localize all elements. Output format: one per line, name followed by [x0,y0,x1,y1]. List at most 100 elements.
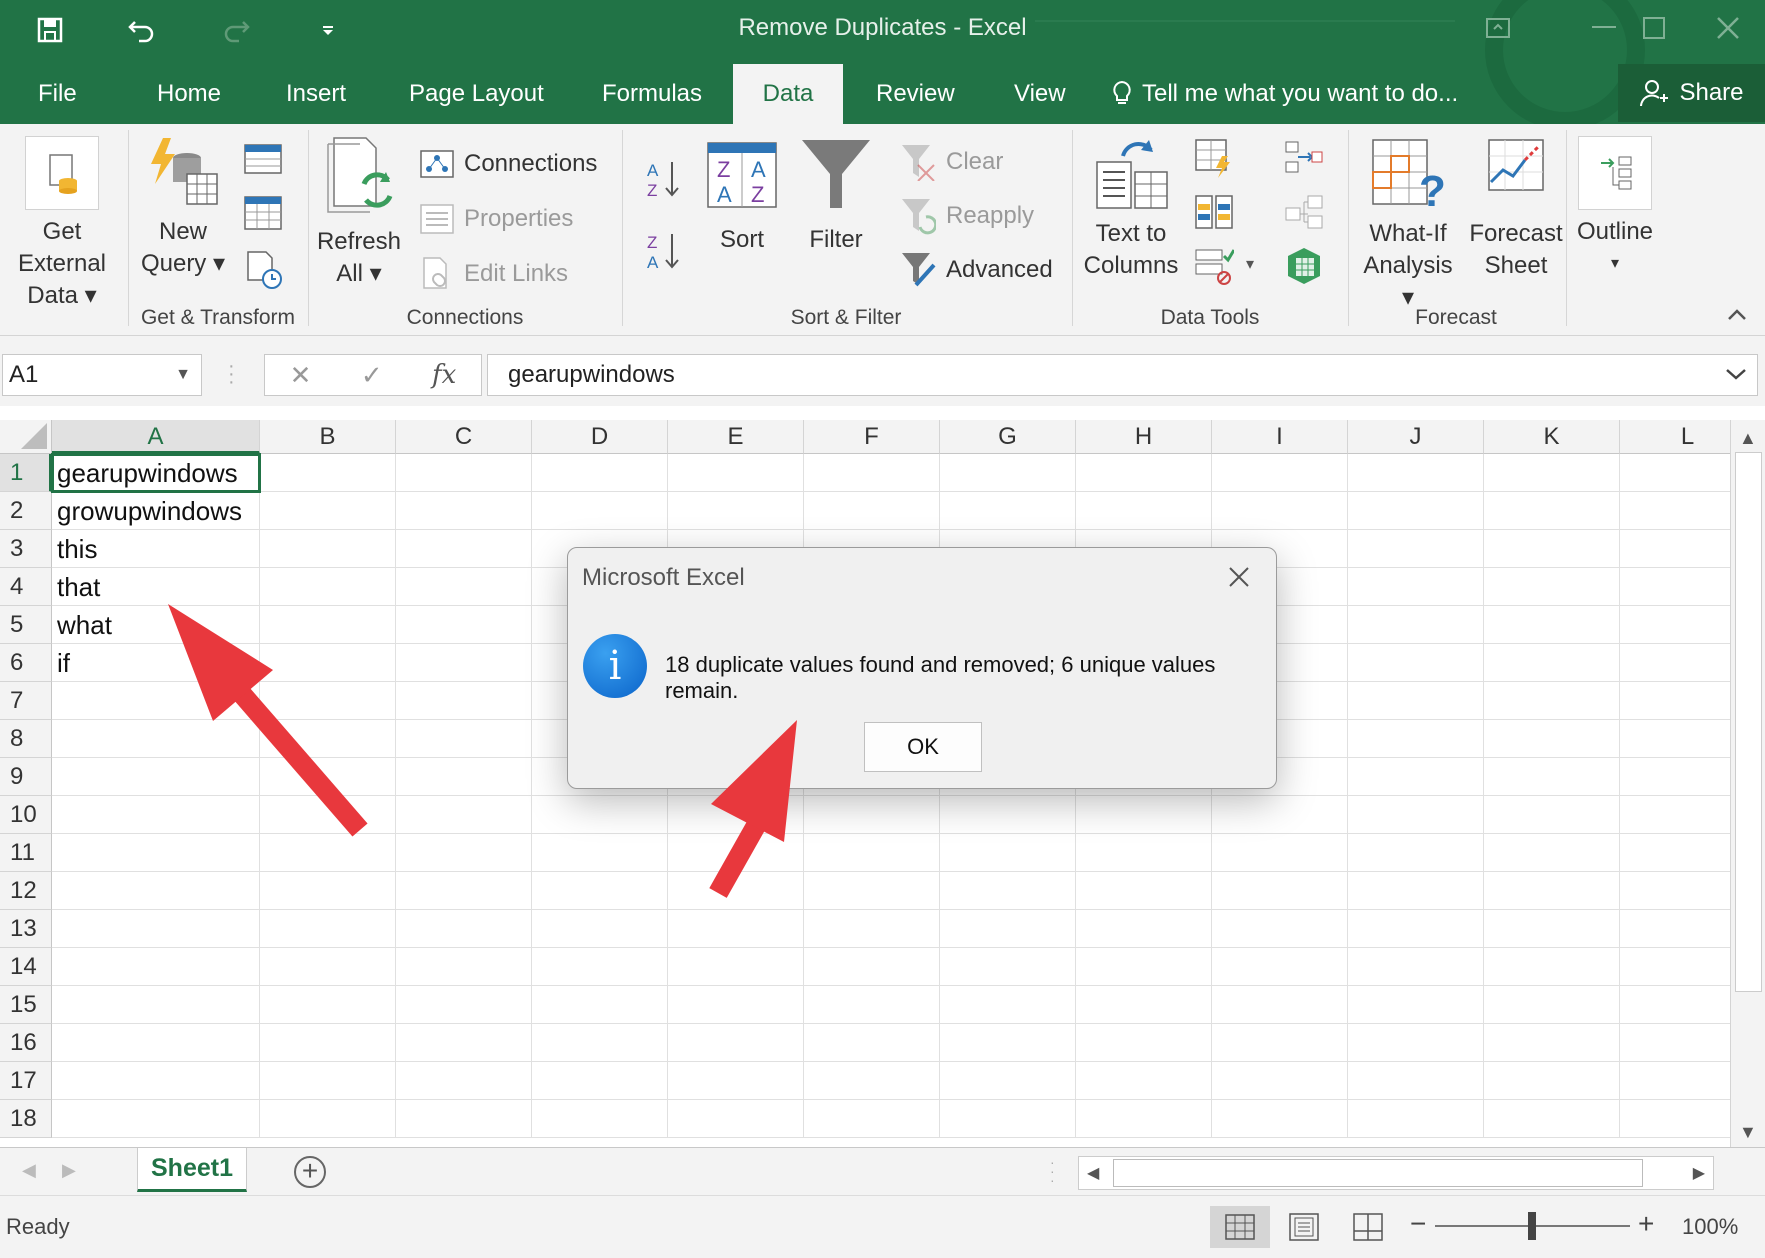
insert-function-icon[interactable]: fx [432,360,456,390]
row-header-10[interactable]: 10 [0,796,52,834]
data-validation-dropdown-icon[interactable]: ▾ [1246,254,1254,274]
sheet-tab-sheet1[interactable]: Sheet1 [137,1148,247,1192]
column-header-i[interactable]: I [1212,420,1348,454]
cancel-entry-icon[interactable]: ✕ [290,360,312,391]
row-header-15[interactable]: 15 [0,986,52,1024]
collapse-ribbon-icon[interactable] [1727,304,1747,327]
column-header-c[interactable]: C [396,420,532,454]
remove-duplicates-icon[interactable] [1194,192,1234,232]
get-external-data-button[interactable]: Get External Data ▾ [0,134,124,312]
select-all-corner[interactable] [0,420,52,454]
vertical-scroll-thumb[interactable] [1735,452,1762,992]
filter-button[interactable]: Filter [798,138,874,256]
sort-a-to-z-icon[interactable]: AZ [646,158,680,202]
column-header-e[interactable]: E [668,420,804,454]
vertical-scrollbar[interactable]: ▲ ▼ [1730,420,1765,1147]
tab-data[interactable]: Data [733,64,843,124]
ribbon-display-options-icon[interactable] [1474,10,1522,46]
share-button[interactable]: Share [1618,64,1765,122]
relationships-icon[interactable] [1284,194,1324,230]
flash-fill-icon[interactable] [1194,138,1234,178]
outline-button[interactable]: Outline ▾ [1572,134,1658,280]
next-sheet-icon[interactable]: ▶ [62,1160,76,1181]
clear-filter-button[interactable]: Clear [900,142,1003,182]
edit-links-button[interactable]: Edit Links [422,254,568,294]
text-to-columns-button[interactable]: Text to Columns [1080,136,1182,282]
forecast-sheet-button[interactable]: Forecast Sheet [1464,136,1568,282]
advanced-filter-button[interactable]: Advanced [900,250,1053,290]
row-header-4[interactable]: 4 [0,568,52,606]
column-header-k[interactable]: K [1484,420,1620,454]
previous-sheet-icon[interactable]: ◀ [22,1160,36,1181]
tab-split-grip-icon[interactable]: · · · [1050,1155,1055,1187]
formula-bar-grip-icon[interactable]: · · · [228,356,235,392]
properties-button[interactable]: Properties [420,199,573,239]
name-box-dropdown-icon[interactable]: ▼ [175,355,191,395]
row-header-7[interactable]: 7 [0,682,52,720]
tab-formulas[interactable]: Formulas [602,64,702,124]
tab-view[interactable]: View [1014,64,1066,124]
data-validation-icon[interactable] [1194,246,1236,286]
ok-button[interactable]: OK [864,722,982,772]
row-header-12[interactable]: 12 [0,872,52,910]
what-if-analysis-button[interactable]: ? What-If Analysis ▾ [1354,136,1462,314]
scroll-up-icon[interactable]: ▲ [1739,428,1757,449]
scroll-left-icon[interactable]: ◀ [1087,1163,1099,1183]
tab-review[interactable]: Review [876,64,955,124]
cell-a6[interactable]: if [57,644,70,682]
page-layout-view-icon[interactable] [1274,1206,1334,1248]
new-query-button[interactable]: New Query ▾ [135,134,231,280]
column-header-a[interactable]: A [52,420,260,454]
scroll-down-icon[interactable]: ▼ [1739,1122,1757,1143]
tab-insert[interactable]: Insert [286,64,346,124]
minimize-icon[interactable] [1580,10,1628,46]
name-box[interactable]: A1 ▼ [2,354,202,396]
column-header-j[interactable]: J [1348,420,1484,454]
row-header-13[interactable]: 13 [0,910,52,948]
column-header-h[interactable]: H [1076,420,1212,454]
column-header-b[interactable]: B [260,420,396,454]
new-sheet-button[interactable]: + [294,1156,326,1188]
normal-view-icon[interactable] [1210,1206,1270,1248]
maximize-icon[interactable] [1630,10,1678,46]
row-header-9[interactable]: 9 [0,758,52,796]
row-header-2[interactable]: 2 [0,492,52,530]
cell-a2[interactable]: growupwindows [57,492,242,530]
column-header-f[interactable]: F [804,420,940,454]
tab-page-layout[interactable]: Page Layout [409,64,544,124]
cell-a5[interactable]: what [57,606,112,644]
row-header-18[interactable]: 18 [0,1100,52,1138]
tab-file[interactable]: File [38,64,77,124]
row-header-17[interactable]: 17 [0,1062,52,1100]
column-header-l[interactable]: L [1620,420,1730,454]
page-break-preview-icon[interactable] [1338,1206,1398,1248]
zoom-out-icon[interactable]: − [1410,1208,1426,1240]
show-queries-icon[interactable] [244,144,282,174]
from-table-icon[interactable] [244,196,282,230]
reapply-button[interactable]: Reapply [900,196,1034,236]
zoom-level[interactable]: 100% [1682,1214,1738,1240]
tab-home[interactable]: Home [157,64,221,124]
expand-formula-bar-icon[interactable] [1725,355,1747,395]
cell-a3[interactable]: this [57,530,97,568]
formula-input[interactable]: gearupwindows [487,354,1758,396]
row-header-1[interactable]: 1 [0,454,52,492]
tell-me-search[interactable]: Tell me what you want to do... [1112,64,1458,124]
refresh-all-button[interactable]: Refresh All ▾ [315,134,403,290]
zoom-slider-thumb[interactable] [1528,1212,1536,1240]
manage-data-model-icon[interactable] [1286,246,1322,286]
row-header-6[interactable]: 6 [0,644,52,682]
recent-sources-icon[interactable] [246,250,284,290]
dialog-close-icon[interactable] [1224,562,1254,592]
column-header-g[interactable]: G [940,420,1076,454]
row-header-11[interactable]: 11 [0,834,52,872]
horizontal-scrollbar[interactable]: ◀ ▶ [1078,1156,1714,1190]
zoom-in-icon[interactable]: + [1638,1208,1654,1240]
sort-button[interactable]: ZAAZ Sort [700,142,784,256]
column-header-d[interactable]: D [532,420,668,454]
cell-a4[interactable]: that [57,568,100,606]
row-header-5[interactable]: 5 [0,606,52,644]
row-header-3[interactable]: 3 [0,530,52,568]
connections-button[interactable]: Connections [420,144,597,184]
close-icon[interactable] [1704,10,1752,46]
